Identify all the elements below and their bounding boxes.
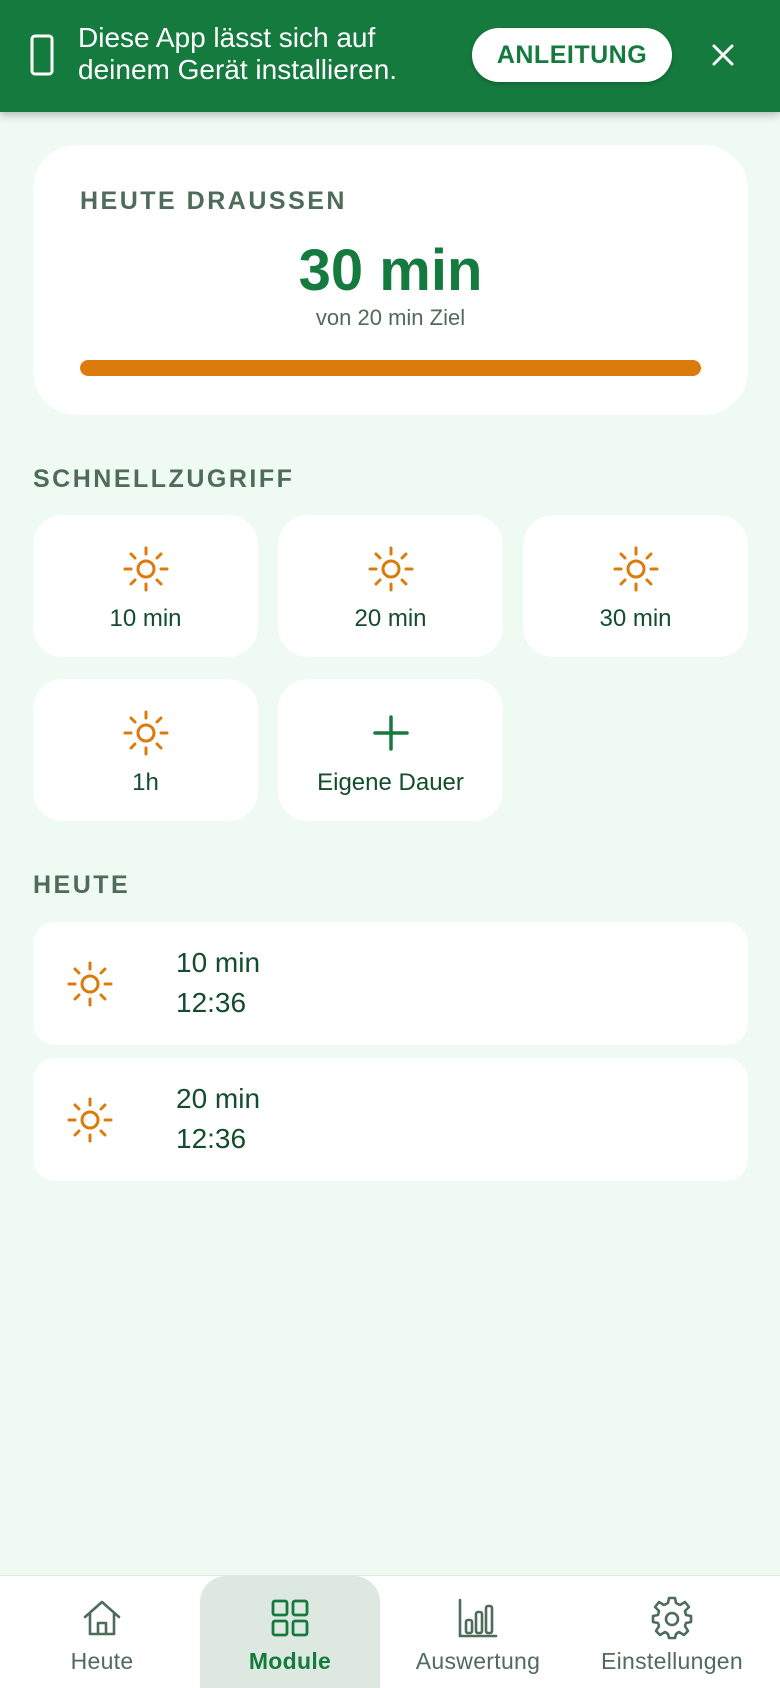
quick-tile-custom-duration[interactable]: Eigene Dauer bbox=[278, 679, 503, 821]
sun-icon bbox=[613, 546, 658, 592]
quick-tile-label: 30 min bbox=[599, 605, 672, 632]
list-item[interactable]: 20 min 12:36 bbox=[33, 1058, 748, 1181]
entry-time: 12:36 bbox=[176, 1123, 247, 1154]
bottom-navigation: Heute Module Auswertung Einstellungen bbox=[0, 1575, 780, 1688]
nav-label: Einstellungen bbox=[600, 1648, 743, 1674]
list-item[interactable]: 10 min 12:36 bbox=[33, 922, 748, 1045]
home-icon bbox=[83, 1600, 121, 1636]
goal-progress-fill bbox=[80, 360, 701, 376]
quick-tile-label: Eigene Dauer bbox=[317, 769, 464, 796]
quick-access-title: SCHNELLZUGRIFF bbox=[33, 465, 295, 493]
quick-tile-label: 20 min bbox=[354, 605, 427, 632]
entry-duration: 10 min bbox=[176, 947, 261, 978]
sun-icon bbox=[123, 546, 168, 592]
today-list-title: HEUTE bbox=[33, 871, 131, 899]
nav-label: Auswertung bbox=[415, 1648, 541, 1674]
guide-button[interactable]: ANLEITUNG bbox=[472, 28, 672, 82]
close-icon bbox=[712, 44, 734, 66]
plus-icon bbox=[372, 715, 409, 751]
sun-icon bbox=[368, 546, 413, 592]
sun-icon bbox=[123, 710, 168, 756]
phone-icon bbox=[30, 34, 54, 76]
today-outside-label: HEUTE DRAUSSEN bbox=[80, 187, 347, 215]
bar-chart-icon bbox=[458, 1598, 498, 1638]
quick-tile-20-min[interactable]: 20 min bbox=[278, 515, 503, 657]
install-banner-message: Diese App lässt sich auf deinem Gerät in… bbox=[78, 22, 398, 85]
nav-item-heute[interactable]: Heute bbox=[12, 1576, 192, 1688]
goal-progress-bar bbox=[80, 360, 701, 376]
gear-icon bbox=[651, 1596, 693, 1640]
nav-item-einstellungen[interactable]: Einstellungen bbox=[582, 1576, 762, 1688]
grid-icon bbox=[271, 1599, 309, 1637]
nav-label: Module bbox=[248, 1648, 332, 1674]
nav-item-module[interactable]: Module bbox=[200, 1576, 380, 1688]
quick-tile-1-hour[interactable]: 1h bbox=[33, 679, 258, 821]
entry-duration: 20 min bbox=[176, 1083, 261, 1114]
nav-label: Heute bbox=[70, 1648, 134, 1674]
quick-tile-10-min[interactable]: 10 min bbox=[33, 515, 258, 657]
sun-icon bbox=[67, 961, 113, 1007]
today-outside-value: 30 min bbox=[298, 238, 483, 303]
close-banner-button[interactable] bbox=[704, 36, 742, 74]
entry-time: 12:36 bbox=[176, 987, 247, 1018]
quick-tile-30-min[interactable]: 30 min bbox=[523, 515, 748, 657]
nav-item-auswertung[interactable]: Auswertung bbox=[388, 1576, 568, 1688]
sun-icon bbox=[67, 1097, 113, 1143]
quick-tile-label: 1h bbox=[132, 769, 159, 796]
today-goal-text: von 20 min Ziel bbox=[315, 305, 466, 330]
install-banner: Diese App lässt sich auf deinem Gerät in… bbox=[0, 0, 780, 112]
today-outside-card: HEUTE DRAUSSEN 30 min von 20 min Ziel bbox=[33, 145, 748, 415]
quick-tile-label: 10 min bbox=[109, 605, 182, 632]
